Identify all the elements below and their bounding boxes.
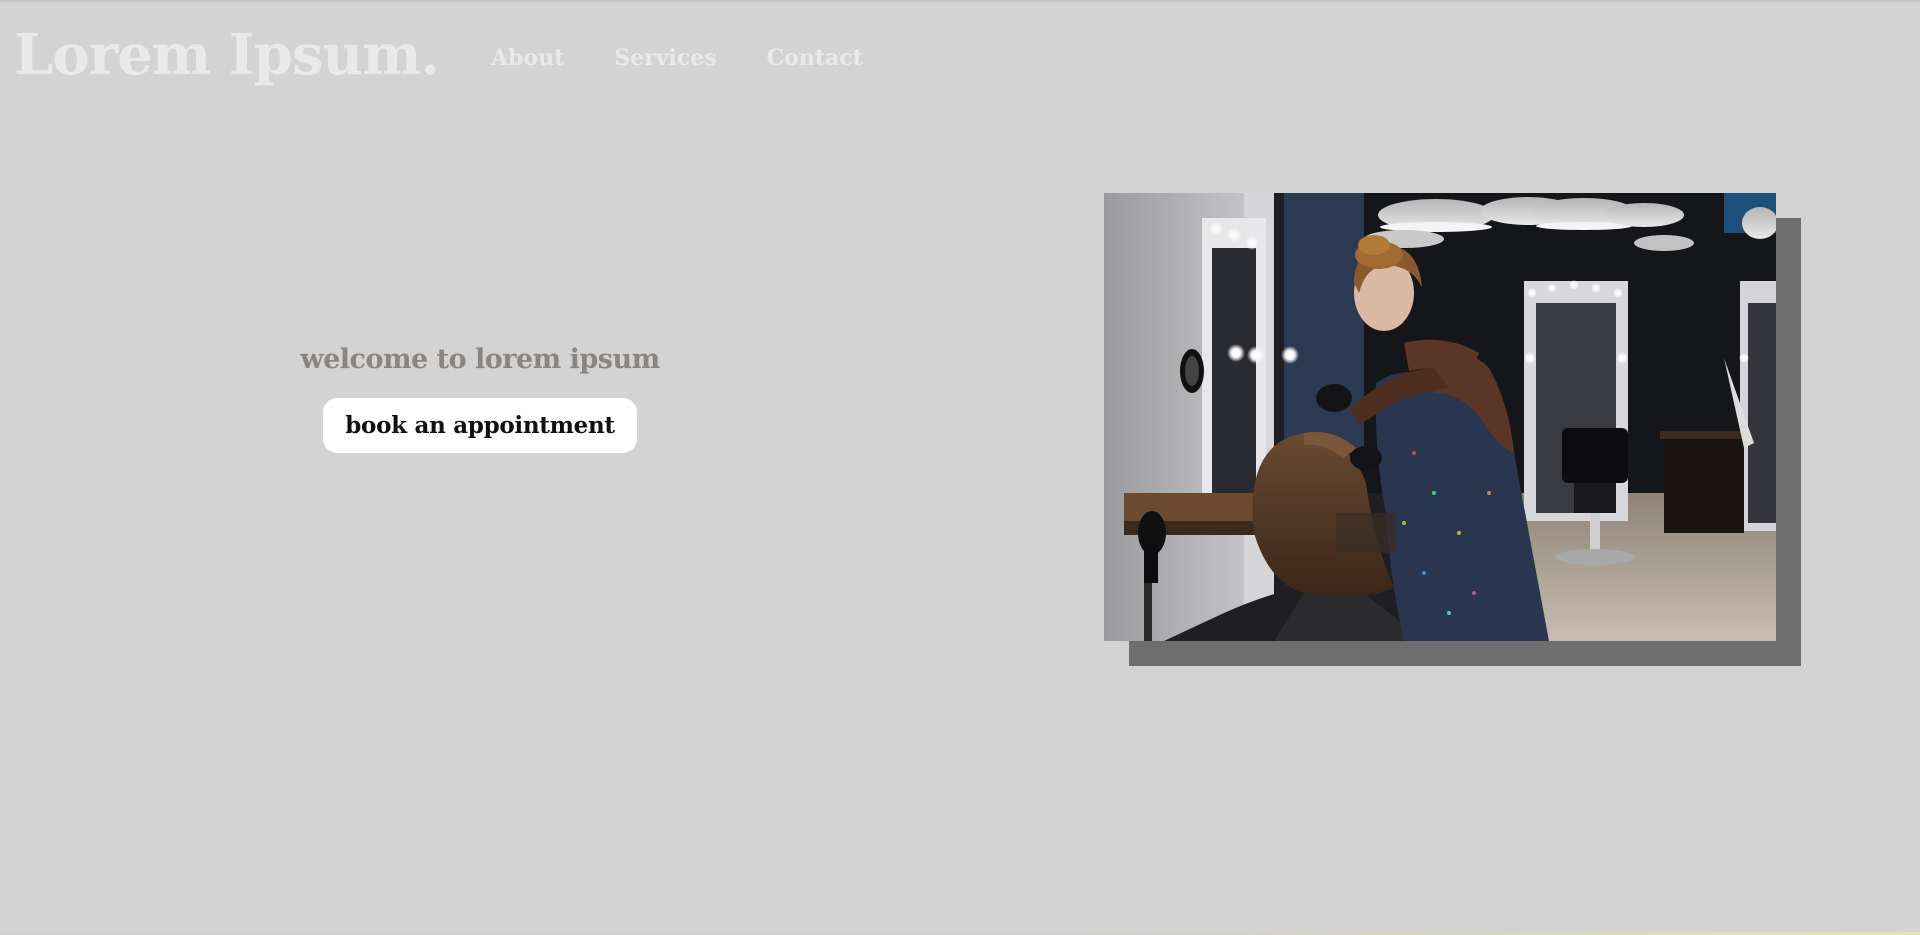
landing-page: Lorem Ipsum. About Services Contact welc… [0, 0, 1920, 935]
hero-intro: welcome to lorem ipsum book an appointme… [300, 344, 660, 453]
nav-link-contact[interactable]: Contact [767, 45, 863, 71]
nav-link-about[interactable]: About [491, 45, 564, 71]
brand-logo-link[interactable]: Lorem Ipsum. [14, 22, 440, 88]
nav-links: About Services Contact [491, 39, 863, 71]
top-navigation: Lorem Ipsum. About Services Contact [14, 20, 863, 90]
hero-photo-frame [1104, 193, 1801, 666]
hair-salon-photo [1104, 193, 1776, 641]
nav-link-services[interactable]: Services [614, 45, 716, 71]
salon-illustration [1104, 193, 1776, 641]
book-appointment-button[interactable]: book an appointment [323, 398, 637, 453]
welcome-heading: welcome to lorem ipsum [300, 344, 660, 375]
